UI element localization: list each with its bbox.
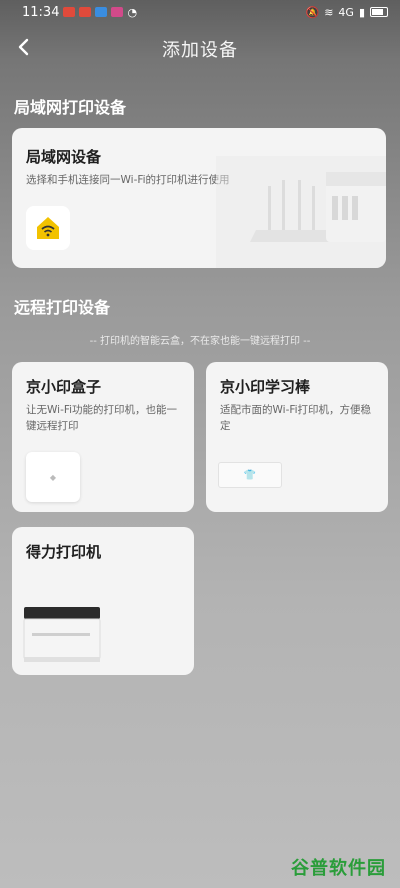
- watermark: 谷普软件园: [291, 858, 386, 879]
- box-card-desc: 让无Wi-Fi功能的打印机，也能一键远程打印: [26, 404, 178, 432]
- stick-card-title: 京小印学习棒: [220, 378, 311, 396]
- lan-card-title: 局域网设备: [26, 148, 102, 166]
- deli-card-title: 得力打印机: [26, 543, 102, 561]
- wifi-home-icon: [26, 206, 70, 250]
- box-card-title: 京小印盒子: [26, 378, 102, 396]
- router-printer-illustration: [216, 156, 386, 268]
- page-title: 添加设备: [162, 40, 238, 61]
- notification-icon: [79, 7, 92, 17]
- jingxiaoyin-stick-card[interactable]: 京小印学习棒 适配市面的Wi-Fi打印机，方便稳定 👕: [206, 362, 388, 512]
- stick-card-desc: 适配市面的Wi-Fi打印机，方便稳定: [220, 404, 372, 432]
- remote-hint: -- 打印机的智能云盒，不在家也能一键远程打印 --: [89, 336, 311, 347]
- notification-icon: [63, 7, 76, 17]
- battery-icon: [370, 7, 388, 17]
- shirt-icon: 👕: [243, 469, 257, 481]
- box-logo-icon: ◆: [49, 472, 57, 482]
- status-right: 🔕 ≋ 4G ▮: [305, 6, 388, 19]
- lan-device-card[interactable]: 局域网设备 选择和手机连接同一Wi-Fi的打印机进行使用: [12, 128, 386, 268]
- wifi-icon: [37, 217, 59, 239]
- deli-printer-image: [23, 607, 101, 662]
- status-left: 11:34 ◔: [22, 5, 137, 20]
- chat-icon: ◔: [127, 5, 138, 19]
- notification-icon: [95, 7, 108, 17]
- lan-section-title: 局域网打印设备: [14, 98, 127, 117]
- notification-icon: [111, 7, 124, 17]
- box-device-icon: ◆: [26, 452, 80, 502]
- signal-icon: ▮: [358, 5, 365, 19]
- wifi-status-icon: ≋: [324, 5, 334, 19]
- header: 添加设备: [0, 30, 400, 66]
- stick-device-icon: 👕: [218, 462, 282, 488]
- mute-icon: 🔕: [305, 5, 320, 19]
- network-type: 4G: [338, 5, 354, 19]
- status-bar: 11:34 ◔ 🔕 ≋ 4G ▮: [0, 0, 400, 24]
- remote-section-title: 远程打印设备: [14, 298, 111, 317]
- status-time: 11:34: [22, 4, 60, 20]
- deli-printer-card[interactable]: 得力打印机: [12, 527, 194, 675]
- jingxiaoyin-box-card[interactable]: 京小印盒子 让无Wi-Fi功能的打印机，也能一键远程打印 ◆: [12, 362, 194, 512]
